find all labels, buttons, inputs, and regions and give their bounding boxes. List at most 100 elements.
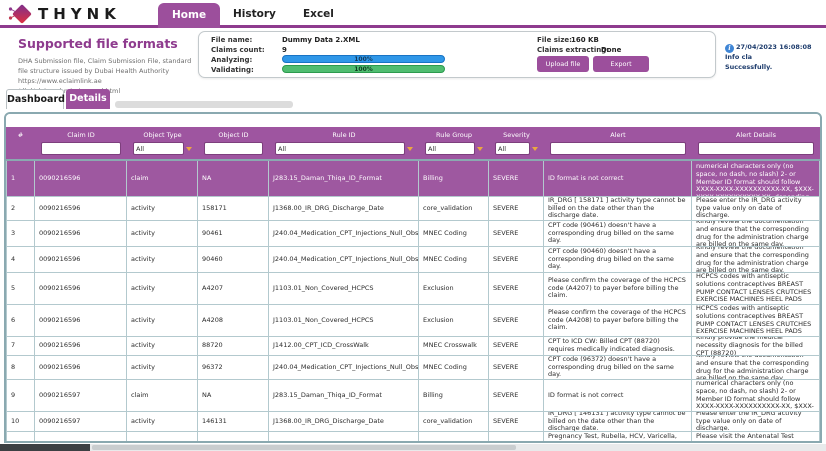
cell-num: 6 bbox=[6, 305, 35, 336]
validating-label: Validating: bbox=[211, 66, 254, 74]
cell-alert: Please confirm the coverage of the HCPCS… bbox=[544, 273, 692, 304]
table-row[interactable]: 50090216596activityA4207J1103.01_Non_Cov… bbox=[6, 273, 820, 305]
cell-num: 1 bbox=[6, 161, 35, 196]
table-row[interactable]: 110090216597activity86703J1022.01_Daman_… bbox=[6, 432, 820, 443]
details-grid: 10090216596claimNAJ283.15_Daman_Thiqa_ID… bbox=[6, 161, 820, 443]
cell-object-type: activity bbox=[127, 221, 198, 246]
cell-rule-id: J1103.01_Non_Covered_HCPCS bbox=[269, 305, 419, 336]
cell-rule-id: J1368.00_IR_DRG_Discharge_Date bbox=[269, 197, 419, 220]
cell-object-type: claim bbox=[127, 380, 198, 411]
tab-dashboard[interactable]: Dashboard bbox=[6, 89, 64, 109]
cell-object-id: A4208 bbox=[198, 305, 269, 336]
cell-alert: ID format is not correct bbox=[544, 161, 692, 196]
col-severity: Severity bbox=[503, 129, 530, 142]
cell-alert: Routine Antenatal Screening (86703) for … bbox=[544, 432, 692, 443]
claims-count-label: Claims count: bbox=[211, 46, 265, 54]
cell-severity: SEVERE bbox=[489, 161, 544, 196]
scrollbar-thumb[interactable] bbox=[92, 445, 516, 450]
table-header: # Claim ID Object Type All Object ID Rul… bbox=[6, 127, 820, 161]
cell-claim-id: 0090216596 bbox=[35, 273, 127, 304]
table-row[interactable]: 90090216597claimNAJ283.15_Daman_Thiqa_ID… bbox=[6, 380, 820, 412]
cell-object-type: activity bbox=[127, 432, 198, 443]
cell-rule-id: J283.15_Daman_Thiqa_ID_Format bbox=[269, 380, 419, 411]
col-alert: Alert bbox=[610, 129, 625, 142]
scrollbar-left-button[interactable] bbox=[0, 444, 90, 451]
rule-group-filter-select[interactable]: All bbox=[425, 142, 475, 155]
notification-line2: Successfully. bbox=[725, 63, 772, 71]
table-row[interactable]: 70090216596activity88720J1412.00_CPT_ICD… bbox=[6, 337, 820, 356]
severity-filter-select[interactable]: All bbox=[495, 142, 530, 155]
chevron-down-icon bbox=[477, 147, 483, 151]
table-row[interactable]: 30090216596activity90461J240.04_Medicati… bbox=[6, 221, 820, 247]
cell-alert: CPT code (90460) doesn't have a correspo… bbox=[544, 247, 692, 272]
cell-rule-id: J240.04_Medication_CPT_Injections_Null_O… bbox=[269, 356, 419, 379]
cell-claim-id: 0090216596 bbox=[35, 221, 127, 246]
cell-claim-id: 0090216596 bbox=[35, 247, 127, 272]
file-size-label: File size: bbox=[537, 36, 572, 44]
cell-num: 5 bbox=[6, 273, 35, 304]
alert-filter-input[interactable] bbox=[550, 142, 686, 155]
file-size-value: 160 KB bbox=[571, 36, 599, 44]
claims-extracting-value: Done bbox=[601, 46, 621, 54]
cell-rule-group: Exclusion bbox=[419, 305, 489, 336]
cell-num: 9 bbox=[6, 380, 35, 411]
cell-claim-id: 0090216596 bbox=[35, 356, 127, 379]
col-rule-group: Rule Group bbox=[436, 129, 472, 142]
cell-num: 8 bbox=[6, 356, 35, 379]
cell-alert-details: Please visit the Antenatal Test Adjudica… bbox=[692, 432, 820, 443]
cell-alert-details: Please enter the IR_DRG activity type va… bbox=[692, 412, 820, 431]
notification-line1: 27/04/2023 16:08:08 Info cla bbox=[725, 43, 812, 61]
tab-home[interactable]: Home bbox=[158, 3, 220, 28]
cell-alert-details: Please check the coverage with payer bef… bbox=[692, 305, 820, 336]
cell-alert: CPT code (90461) doesn't have a correspo… bbox=[544, 221, 692, 246]
cell-object-id: 96372 bbox=[198, 356, 269, 379]
tab-history[interactable]: History bbox=[233, 8, 276, 20]
cell-rule-id: J1368.00_IR_DRG_Discharge_Date bbox=[269, 412, 419, 431]
col-object-id: Object ID bbox=[218, 129, 248, 142]
cell-alert: IR_DRG [ 146131 ] activity type cannot b… bbox=[544, 412, 692, 431]
col-claim-id: Claim ID bbox=[67, 129, 94, 142]
cell-alert: IR_DRG [ 158171 ] activity type cannot b… bbox=[544, 197, 692, 220]
claim-id-filter-input[interactable] bbox=[41, 142, 121, 155]
cell-severity: SEVERE bbox=[489, 337, 544, 355]
cell-object-id: 158171 bbox=[198, 197, 269, 220]
object-type-filter-select[interactable]: All bbox=[133, 142, 184, 155]
horizontal-scrollbar[interactable] bbox=[0, 444, 826, 451]
cell-object-type: activity bbox=[127, 273, 198, 304]
cell-object-type: activity bbox=[127, 247, 198, 272]
cell-num: 2 bbox=[6, 197, 35, 220]
cell-rule-id: J240.04_Medication_CPT_Injections_Null_O… bbox=[269, 221, 419, 246]
upload-file-button[interactable]: Upload file bbox=[537, 56, 589, 72]
cell-severity: SEVERE bbox=[489, 356, 544, 379]
cell-rule-group: MNEC Coding bbox=[419, 247, 489, 272]
tab-details[interactable]: Details bbox=[66, 89, 110, 109]
cell-alert-details: Kindly review the documentation and ensu… bbox=[692, 247, 820, 272]
cell-object-type: claim bbox=[127, 161, 198, 196]
rule-id-filter-select[interactable]: All bbox=[275, 142, 405, 155]
cell-alert-details: Kindly review the documentation and ensu… bbox=[692, 221, 820, 246]
table-row[interactable]: 40090216596activity90460J240.04_Medicati… bbox=[6, 247, 820, 273]
table-row[interactable]: 20090216596activity158171J1368.00_IR_DRG… bbox=[6, 197, 820, 221]
table-row[interactable]: 60090216596activityA4208J1103.01_Non_Cov… bbox=[6, 305, 820, 337]
export-button[interactable]: Export bbox=[593, 56, 649, 72]
cell-rule-group: Billing bbox=[419, 380, 489, 411]
brand-logo: THYNK bbox=[8, 3, 121, 25]
tab-excel[interactable]: Excel bbox=[303, 8, 334, 20]
claims-extracting-label: Claims extracting: bbox=[537, 46, 609, 54]
cell-severity: SEVERE bbox=[489, 380, 544, 411]
alert-details-filter-input[interactable] bbox=[698, 142, 814, 155]
cell-severity: SEVERE bbox=[489, 305, 544, 336]
table-row[interactable]: 10090216596claimNAJ283.15_Daman_Thiqa_ID… bbox=[6, 161, 820, 197]
table-row[interactable]: 80090216596activity96372J240.04_Medicati… bbox=[6, 356, 820, 380]
object-id-filter-input[interactable] bbox=[204, 142, 263, 155]
file-info-panel: File name: Dummy Data 2.XML Claims count… bbox=[198, 31, 716, 78]
cell-rule-group: Exclusion bbox=[419, 273, 489, 304]
cell-severity: SEVERE bbox=[489, 432, 544, 443]
table-row[interactable]: 100090216597activity146131J1368.00_IR_DR… bbox=[6, 412, 820, 432]
cell-num: 3 bbox=[6, 221, 35, 246]
cell-object-id: 90460 bbox=[198, 247, 269, 272]
cell-alert: CPT to ICD CW: Billed CPT (88720) requir… bbox=[544, 337, 692, 355]
cell-severity: SEVERE bbox=[489, 221, 544, 246]
table-toolbar-strip bbox=[6, 114, 820, 127]
cell-rule-group: Billing bbox=[419, 161, 489, 196]
